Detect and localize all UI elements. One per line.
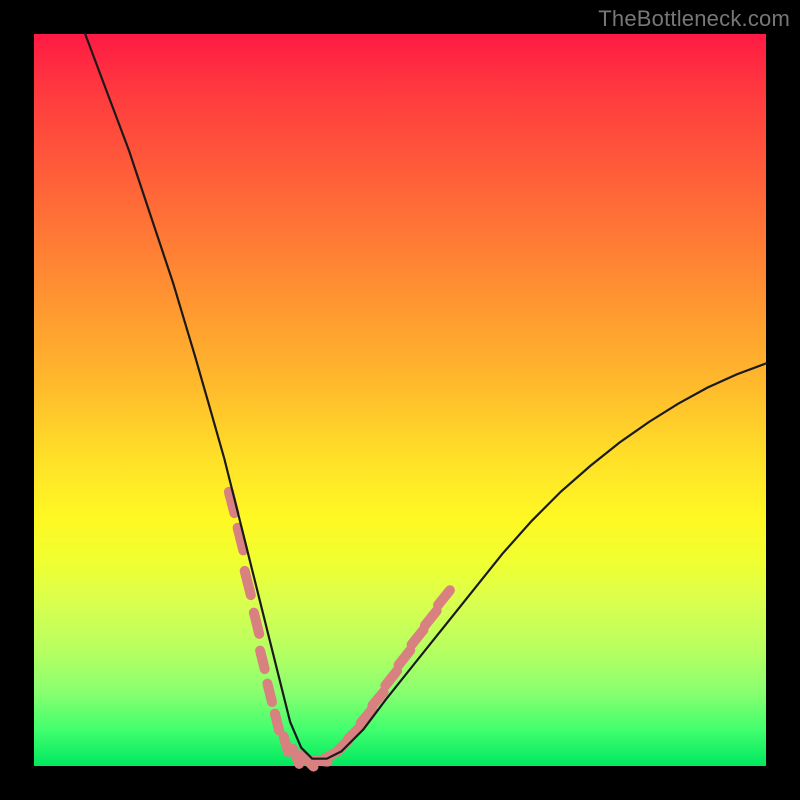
- highlight-dash: [399, 650, 411, 665]
- highlight-dash: [267, 684, 272, 702]
- highlight-dash: [385, 671, 397, 686]
- highlight-dash: [425, 611, 437, 626]
- plot-area: [34, 34, 766, 766]
- highlight-dash: [254, 613, 259, 634]
- highlight-dash: [438, 590, 450, 605]
- bottleneck-curve: [85, 34, 766, 759]
- highlight-dashes: [229, 492, 450, 767]
- highlight-dash: [348, 726, 360, 738]
- highlight-dash: [245, 571, 251, 595]
- chart-frame: TheBottleneck.com: [0, 0, 800, 800]
- highlight-dash: [260, 651, 265, 670]
- highlight-dash: [412, 630, 424, 645]
- curve-svg: [34, 34, 766, 766]
- highlight-dash: [284, 736, 289, 752]
- watermark-text: TheBottleneck.com: [598, 6, 790, 32]
- highlight-dash: [275, 714, 279, 731]
